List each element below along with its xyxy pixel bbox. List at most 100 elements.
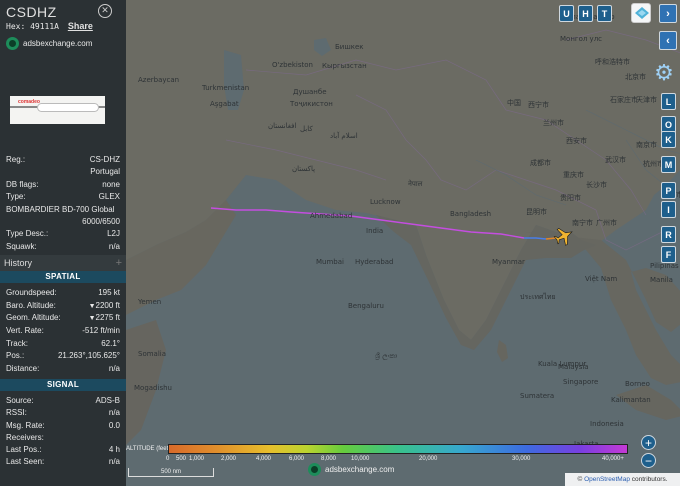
aircraft-photo-area: comadeo — [0, 56, 126, 148]
info-key: DB flags: — [6, 179, 39, 189]
zoom-out-button[interactable]: − — [641, 453, 656, 468]
info-value: n/a — [108, 241, 120, 251]
map-place-label: 广州市 — [596, 219, 617, 227]
adsbx-logo-icon — [6, 37, 19, 50]
map-place-label: Somalia — [138, 350, 167, 358]
h-button[interactable]: H — [578, 5, 593, 22]
legend-tick: 500 — [176, 456, 187, 462]
map-place-label: ประเทศไทย — [520, 293, 556, 301]
map-place-label: ශ්‍රී ලංකා — [375, 352, 398, 360]
close-icon[interactable]: ✕ — [98, 4, 112, 18]
adsbx-site-link[interactable]: adsbexchange.com — [6, 37, 120, 50]
expand-history-icon[interactable]: + — [116, 257, 122, 269]
info-row: RSSI: n/a — [0, 407, 126, 419]
info-key: Last Pos.: — [6, 445, 42, 455]
map-place-label: 天津市 — [636, 96, 657, 104]
info-row: Msg. Rate: 0.0 — [0, 420, 126, 432]
map-base-layer — [126, 0, 680, 486]
legend-tick: 10,000 — [351, 456, 370, 462]
info-value: n/a — [108, 363, 120, 373]
aircraft-photo[interactable]: comadeo — [10, 96, 105, 124]
map-place-label: 兰州市 — [543, 119, 564, 127]
signal-rows: Source: ADS-B RSSI: n/a Msg. Rate: 0.0 Receive… — [0, 391, 126, 468]
info-value-wrap: ▼2275 ft — [89, 312, 120, 325]
map-place-label: افغانستان — [268, 122, 297, 130]
info-value: 2200 ft — [95, 300, 120, 310]
toggle-k-button[interactable]: K — [661, 131, 676, 148]
info-key: Type Desc.: — [6, 229, 49, 239]
toggle-m-button[interactable]: M — [661, 156, 676, 173]
map-place-label: Кыргызстан — [322, 62, 367, 70]
legend-tick: 4,000 — [256, 456, 272, 462]
osm-link[interactable]: OpenStreetMap — [584, 476, 630, 483]
info-key: Vert. Rate: — [6, 325, 44, 335]
panel-header: CSDHZ Hex: 49111A Share ✕ adsbexchange.c… — [0, 0, 126, 56]
toggle-r-button[interactable]: R — [661, 226, 676, 243]
map-place-label: Mumbai — [316, 258, 344, 266]
map-place-label: Bengaluru — [348, 302, 384, 310]
altitude-legend: ALTITUDE (feet) 0 500 1,000 2,000 4,000 … — [126, 442, 630, 464]
collapse-left-button[interactable]: ‹ — [659, 31, 677, 50]
info-value: n/a — [108, 408, 120, 418]
t-button[interactable]: T — [597, 5, 612, 22]
info-key: Track: — [6, 338, 28, 348]
map-place-label: 长沙市 — [586, 181, 607, 189]
attribution-suffix: contributors. — [631, 476, 668, 483]
toggle-i-button[interactable]: I — [661, 201, 676, 218]
info-key: Msg. Rate: — [6, 420, 45, 430]
map-area[interactable]: Бишкек Кыргызстан O'zbekiston Turkmenistan A… — [126, 0, 680, 486]
info-value: GLEX — [98, 192, 120, 202]
map-place-label: Ahmedabad — [310, 212, 353, 220]
info-row: Portugal — [0, 166, 126, 178]
history-header[interactable]: History + — [0, 255, 126, 272]
map-place-label: 西宁市 — [528, 101, 549, 109]
bottom-brand[interactable]: adsbexchange.com — [308, 463, 394, 476]
info-row: Track: 62.1° — [0, 338, 126, 351]
info-value: 2275 ft — [95, 313, 120, 323]
info-key: BOMBARDIER BD-700 Global — [6, 204, 115, 214]
map-place-label: Sumatera — [520, 392, 555, 400]
legend-tick: 1,000 — [189, 456, 205, 462]
legend-tick: 0 — [166, 456, 170, 462]
map-place-label: Azerbaycan — [138, 76, 180, 84]
info-row: DB flags: none — [0, 179, 126, 191]
map-place-label: O'zbekiston — [272, 61, 313, 69]
info-key: Squawk: — [6, 241, 37, 251]
info-key: Reg.: — [6, 155, 26, 164]
info-key: RSSI: — [6, 408, 27, 418]
altitude-gradient — [168, 444, 628, 454]
aircraft-details: Reg.: CS-DHZ Portugal DB flags: none Type: GLE… — [0, 154, 126, 253]
layers-button[interactable] — [631, 3, 651, 23]
expand-right-button[interactable]: › — [659, 4, 677, 23]
map-place-label: Borneo — [625, 380, 650, 388]
map-place-label: 武汉市 — [605, 156, 626, 164]
toggle-p-button[interactable]: P — [661, 182, 676, 199]
layers-icon — [635, 7, 649, 19]
spatial-band: SPATIAL — [0, 271, 126, 284]
info-row: Vert. Rate: -512 ft/min — [0, 325, 126, 338]
map-place-label: Lucknow — [370, 198, 401, 206]
map-place-label: 南宁市 — [572, 219, 593, 227]
info-key: Source: — [6, 396, 34, 406]
map-place-label: Indonesia — [590, 420, 624, 428]
map-place-label: Mogadishu — [134, 384, 172, 392]
toggle-l-button[interactable]: L — [661, 93, 676, 110]
legend-tick: 6,000 — [289, 456, 305, 462]
info-row: Receivers: — [0, 432, 126, 444]
info-key: Distance: — [6, 363, 40, 373]
map-place-label: नेपाल — [408, 180, 423, 188]
info-value: n/a — [108, 457, 120, 467]
toggle-f-button[interactable]: F — [661, 246, 676, 263]
zoom-in-button[interactable]: + — [641, 435, 656, 450]
map-place-label: Turkmenistan — [202, 84, 250, 92]
info-key: Last Seen: — [6, 457, 45, 467]
adsbx-tracker-window: Бишкек Кыргызстан O'zbekiston Turkmenistan A… — [0, 0, 680, 486]
map-place-label: 中国 — [507, 99, 521, 107]
info-row: Last Pos.: 4 h — [0, 444, 126, 456]
attribution-prefix: © — [577, 476, 583, 483]
u-button[interactable]: U — [559, 5, 574, 22]
info-key: Receivers: — [6, 432, 44, 442]
settings-gear-icon[interactable]: ⚙ — [651, 60, 677, 86]
share-link[interactable]: Share — [68, 21, 93, 31]
info-row: Groundspeed: 195 kt — [0, 287, 126, 300]
